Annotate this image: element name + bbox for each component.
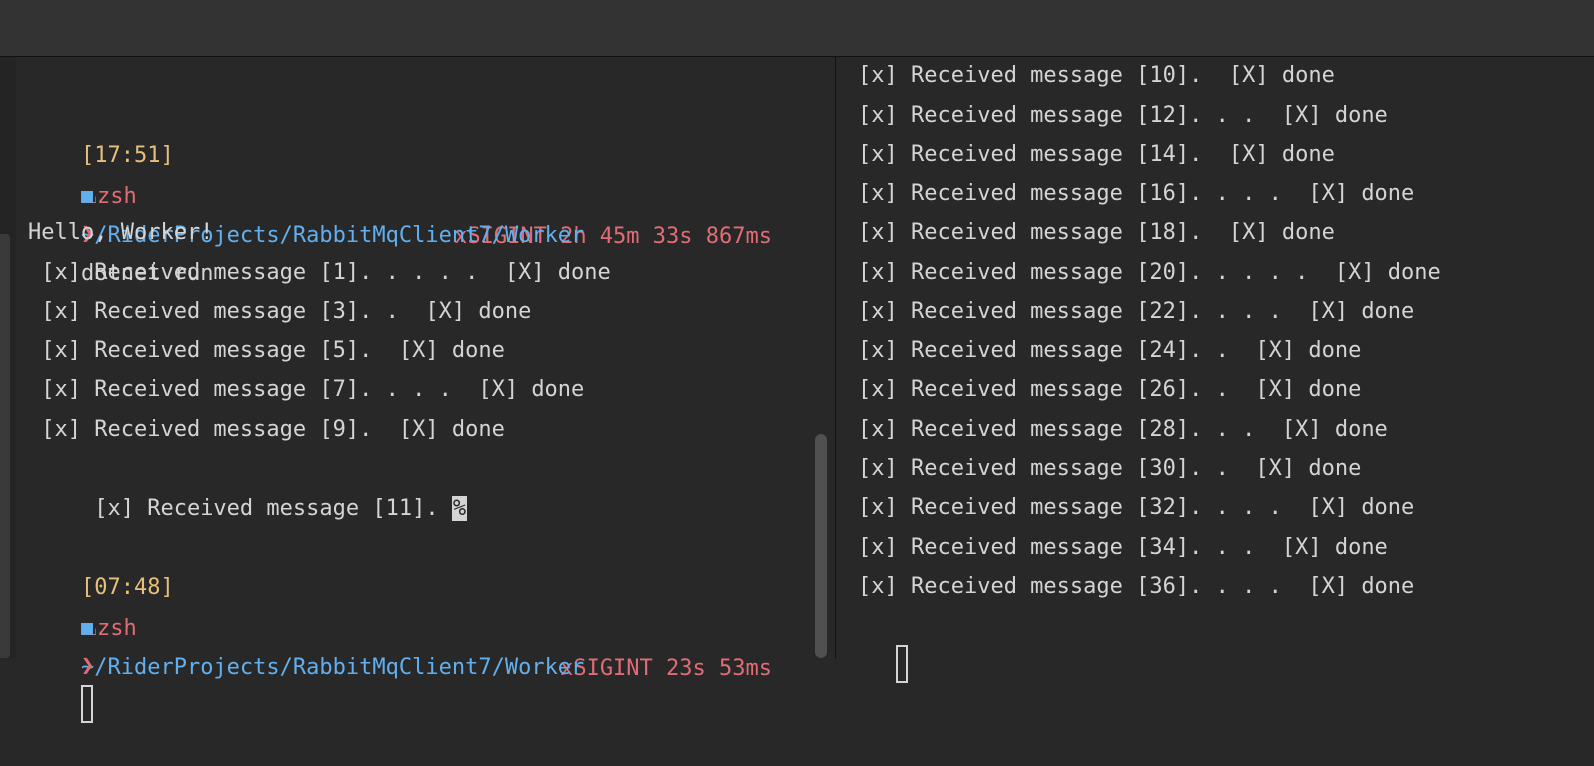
output-line: [x] Received message [5]. [X] done — [28, 338, 505, 363]
command-line-2: ❯ — [28, 606, 94, 723]
right-cursor-line — [843, 606, 908, 683]
path-line-1: ■ ~/RiderProjects/RabbitMqClient7/Worker — [28, 135, 584, 248]
output-line: [x] Received message [1]. . . . . [X] do… — [28, 260, 611, 285]
partial-output-text: [x] Received message [11]. — [80, 496, 452, 521]
prompt-header-1: [17:51] ⌴zsh xSIGINT 2h 45m 33s 867ms — [28, 96, 772, 249]
partial-line-marker: % — [451, 496, 468, 521]
output-line: [x] Received message [24]. . [X] done — [858, 338, 1362, 363]
prompt-header-2: [07:48] ⌴zsh xSIGINT 23s 53ms — [28, 528, 772, 681]
output-line: [x] Received message [12]. . . [X] done — [858, 103, 1388, 128]
output-line: [x] Received message [30]. . [X] done — [858, 456, 1362, 481]
output-line: [x] Received message [26]. . [X] done — [858, 377, 1362, 402]
path-line-2: ■ ~/RiderProjects/RabbitMqClient7/Worker — [28, 567, 584, 680]
partial-output-line: [x] Received message [11]. % — [28, 449, 468, 521]
shell-name: zsh — [96, 616, 137, 641]
window-titlebar[interactable] — [0, 0, 1594, 57]
output-line: [x] Received message [36]. . . . [X] don… — [858, 574, 1415, 599]
output-line: [x] Received message [34]. . . [X] done — [858, 535, 1388, 560]
prompt-chevron: ❯ — [80, 653, 95, 678]
left-edge-highlight — [0, 234, 10, 658]
output-line: [x] Received message [14]. [X] done — [858, 142, 1335, 167]
output-line: [x] Received message [32]. . . . [X] don… — [858, 495, 1415, 520]
command-status: xSIGINT 23s 53ms — [560, 656, 772, 681]
output-line: [x] Received message [28]. . . [X] done — [858, 417, 1388, 442]
terminal-cursor[interactable] — [80, 685, 93, 723]
output-line: [x] Received message [18]. [X] done — [858, 220, 1335, 245]
output-line: [x] Received message [7]. . . . [X] done — [28, 377, 585, 402]
left-pane-scrollbar-thumb[interactable] — [815, 434, 827, 658]
output-line: [x] Received message [20]. . . . . [X] d… — [858, 260, 1441, 285]
output-line: [x] Received message [10]. [X] done — [858, 63, 1335, 88]
output-line: [x] Received message [16]. . . . [X] don… — [858, 181, 1415, 206]
current-path[interactable]: ~/RiderProjects/RabbitMqClient7/Worker — [81, 655, 584, 680]
output-line: [x] Received message [9]. [X] done — [28, 417, 505, 442]
output-line: [x] Received message [3]. . [X] done — [28, 299, 532, 324]
output-line: Hello, Worker! — [28, 220, 214, 245]
pane-divider[interactable] — [835, 57, 836, 658]
terminal-cursor[interactable] — [895, 645, 908, 683]
command-line-1: ❯ dotnet run — [28, 174, 213, 286]
output-line: [x] Received message [22]. . . . [X] don… — [858, 299, 1415, 324]
